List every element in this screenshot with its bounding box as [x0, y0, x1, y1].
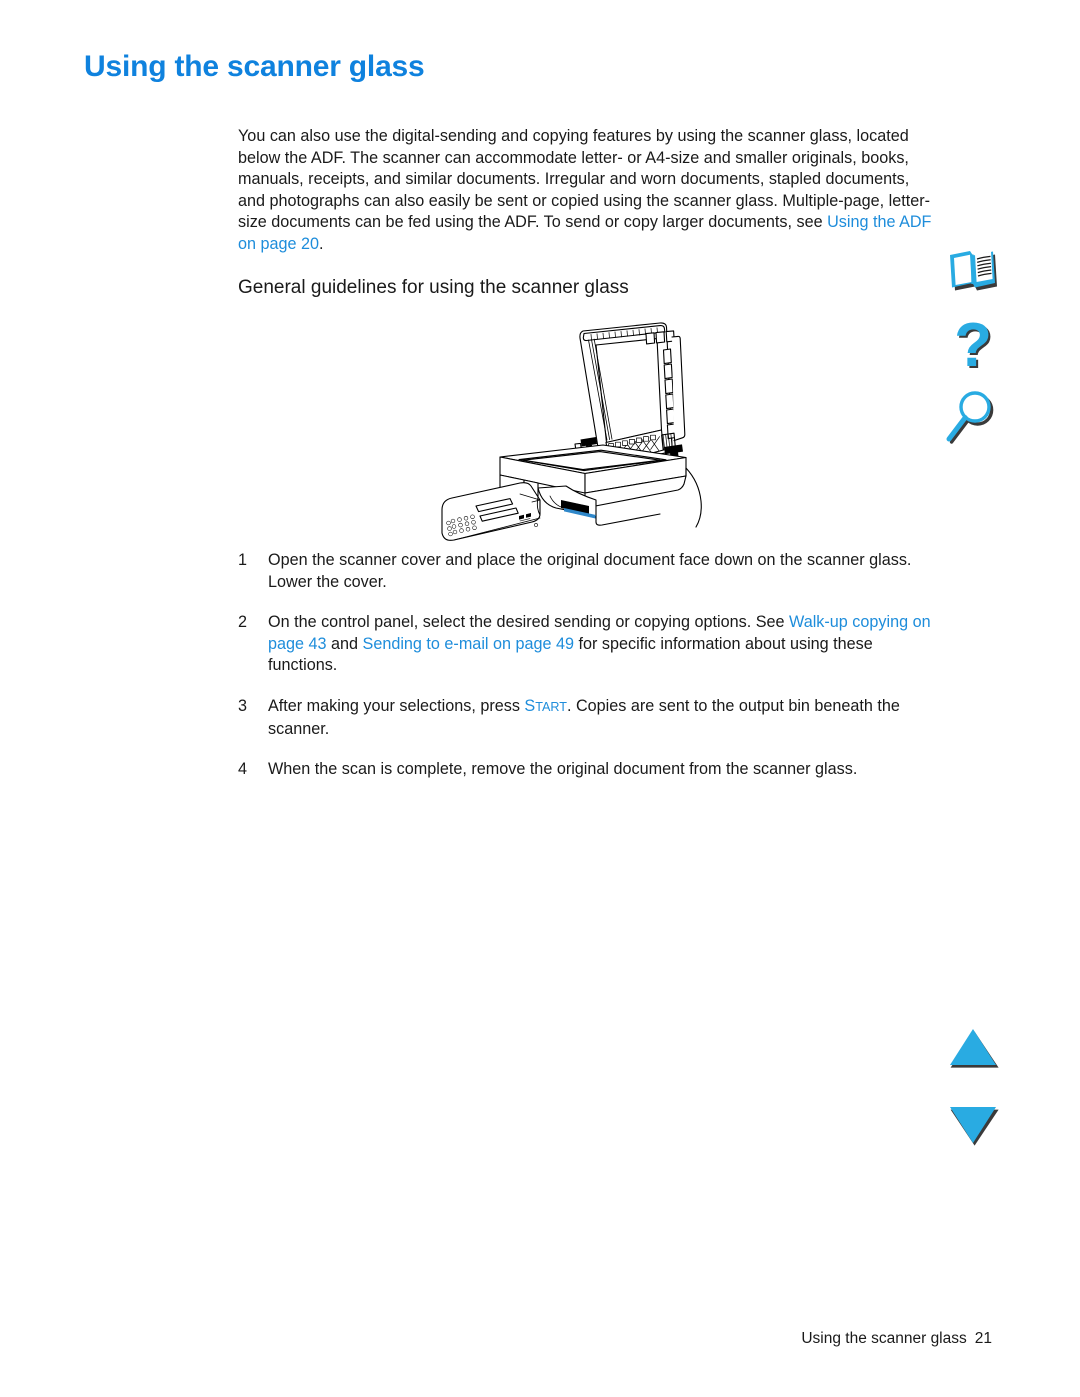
- list-item: 2 On the control panel, select the desire…: [238, 612, 938, 677]
- help-question-icon[interactable]: ? ?: [944, 312, 1002, 386]
- previous-page-triangle-icon[interactable]: [946, 1026, 1000, 1070]
- step-number: 1: [238, 551, 248, 569]
- intro-paragraph-block: You can also use the digital-sending and…: [238, 126, 938, 256]
- footer-section-title: Using the scanner glass: [801, 1330, 967, 1347]
- footer-page-number: 21: [974, 1330, 992, 1347]
- start-key-label: START: [524, 697, 567, 715]
- document-page: Using the scanner glass You can also use…: [0, 0, 1080, 1397]
- page-footer: Using the scanner glass 21: [0, 1330, 992, 1348]
- svg-text:?: ?: [954, 312, 992, 380]
- section-subheading: General guidelines for using the scanner…: [238, 277, 629, 298]
- list-item: 1 Open the scanner cover and place the o…: [238, 550, 938, 593]
- next-page-triangle-icon[interactable]: [946, 1104, 1000, 1148]
- list-item: 3 After making your selections, press STA…: [238, 696, 938, 740]
- link-walk-up-copying[interactable]: Walk-up copying: [789, 613, 908, 631]
- step-number: 4: [238, 760, 248, 779]
- contents-book-icon[interactable]: [946, 248, 1000, 294]
- step-text: Open the scanner cover and place the ori…: [268, 551, 912, 591]
- start-key-initial: S: [524, 696, 536, 715]
- procedure-steps-list: 1 Open the scanner cover and place the o…: [238, 550, 938, 781]
- intro-text-tail: .: [319, 234, 324, 253]
- step-text: When the scan is complete, remove the or…: [268, 760, 858, 779]
- step-text: On the control panel, select the desired…: [268, 613, 790, 632]
- start-key-rest: TART: [535, 699, 567, 714]
- step-text: After making your selections, press: [268, 696, 525, 715]
- step-number: 3: [238, 696, 248, 715]
- link-using-the-adf-page[interactable]: on page 20: [238, 235, 319, 253]
- step-text-connector: and: [326, 634, 363, 653]
- step-number: 2: [238, 613, 248, 632]
- page-title: Using the scanner glass: [84, 50, 425, 83]
- link-sending-to-email-page[interactable]: on page 49: [489, 635, 574, 653]
- intro-paragraph: You can also use the digital-sending and…: [238, 126, 938, 256]
- list-item: 4 When the scan is complete, remove the …: [238, 759, 938, 781]
- link-sending-to-email[interactable]: Sending to e-mail: [363, 635, 489, 653]
- scanner-with-open-lid-illustration: [420, 318, 750, 543]
- search-magnifier-icon[interactable]: [942, 388, 1000, 454]
- link-using-the-adf[interactable]: Using the ADF: [827, 213, 931, 231]
